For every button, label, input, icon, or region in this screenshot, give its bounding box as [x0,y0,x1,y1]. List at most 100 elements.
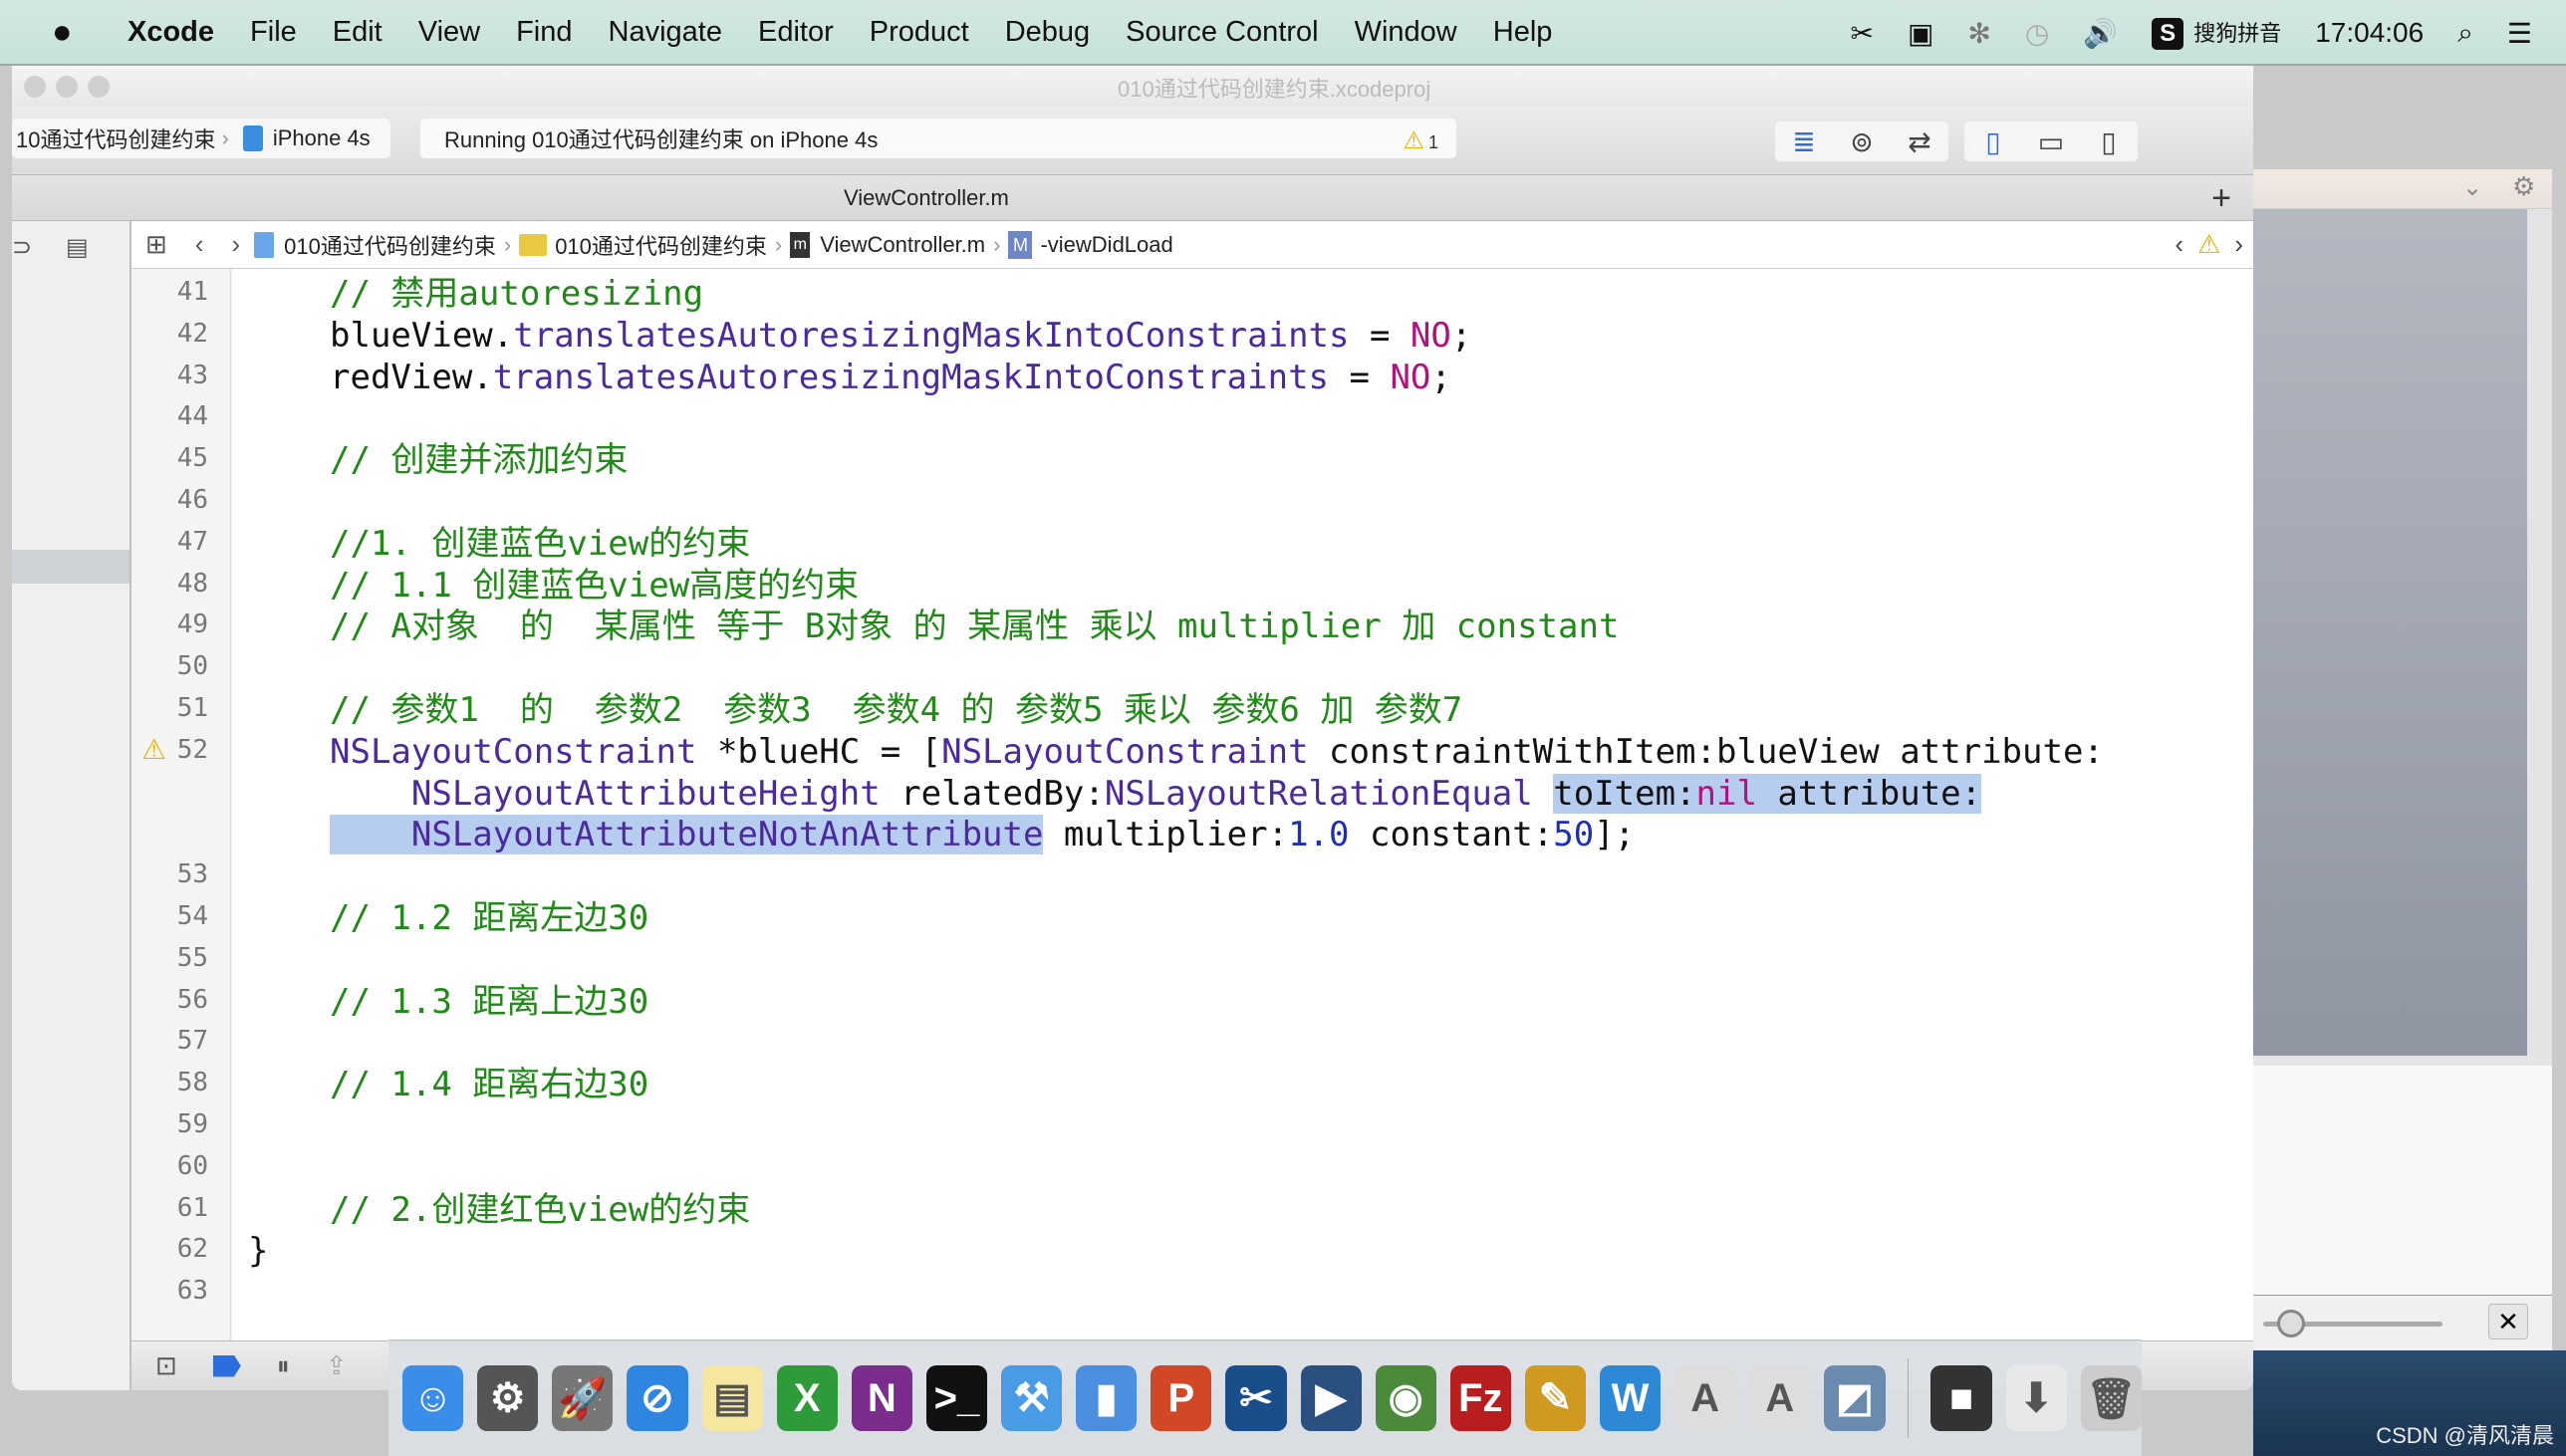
add-tab-button[interactable]: + [2211,179,2231,218]
dock-network-tool-icon[interactable]: ◉ [1375,1365,1436,1431]
utilities-toggle-button[interactable]: ▯ [2080,121,2138,161]
menu-product[interactable]: Product [870,16,969,49]
code-line[interactable]: //1. 创建蓝色view的约束 [330,523,750,565]
hide-debug-area-icon[interactable]: ⊡ [155,1350,177,1381]
notification-center-icon[interactable]: ☰ [2507,17,2532,50]
menu-file[interactable]: File [250,16,297,49]
code-line[interactable]: NSLayoutConstraint *blueHC = [NSLayoutCo… [330,731,2104,773]
spotlight-search-icon[interactable]: ⌕ [2457,17,2473,50]
dock-xcode-icon[interactable]: ⚒ [1001,1365,1063,1431]
menu-view[interactable]: View [418,16,480,49]
menu-app-name[interactable]: Xcode [128,16,214,49]
fit-to-view-icon[interactable]: ✕ [2488,1304,2528,1339]
crumb-project[interactable]: 010通过代码创建约束 [284,229,496,261]
menu-debug[interactable]: Debug [1005,16,1090,49]
dock-powerpoint-icon[interactable]: P [1151,1365,1212,1431]
line-number-gutter: 41 42 43 44 45 46 47 48 49 50 51 52 ⚠ 53 54 55 56 57 58 59 6… [131,269,231,1374]
breakpoints-toggle-icon[interactable] [212,1354,241,1377]
menu-bar: ● Xcode File Edit View Find Navigate Edi… [0,0,2566,66]
code-line[interactable]: NSLayoutAttributeNotAnAttribute multipli… [330,814,1635,855]
warning-indicator[interactable]: ⚠ 1 [1403,126,1438,155]
dock-finder-icon[interactable]: ☺ [402,1365,464,1431]
bluetooth-icon[interactable]: ✻ [1967,17,1990,50]
version-editor-button[interactable]: ⇄ [1891,121,1948,161]
previous-issue-icon[interactable]: ‹ [2175,229,2183,260]
dock-preview-icon[interactable]: ◩ [1824,1365,1886,1431]
menu-help[interactable]: Help [1493,16,1553,49]
dock-safari-icon[interactable]: ⊘ [627,1365,688,1431]
dock-instruments-b-icon[interactable]: A [1749,1365,1811,1431]
dock-simulator-icon[interactable]: ▮ [1076,1365,1138,1431]
code-line[interactable]: redView.translatesAutoresizingMaskIntoCo… [330,357,1451,398]
code-line[interactable]: // 1.1 创建蓝色view高度的约束 [330,565,859,607]
dock-snipping-tool-icon[interactable]: ✂ [1225,1365,1287,1431]
dock-downloads-icon[interactable]: ⬇ [2005,1365,2067,1431]
tab-viewcontroller[interactable]: ViewController.m [844,185,1009,211]
breakpoint-navigator-icon[interactable]: ⊃ [12,233,32,262]
close-button[interactable] [24,76,46,98]
dock-trash-icon[interactable]: 🗑 [2080,1365,2142,1431]
crumb-method[interactable]: -viewDidLoad [1040,232,1172,258]
dock-system-preferences-icon[interactable]: ⚙ [477,1365,539,1431]
dock-filezilla-icon[interactable]: Fz [1449,1365,1511,1431]
code-line[interactable]: // A对象 的 某属性 等于 B对象 的 某属性 乘以 multiplier … [330,606,1619,647]
menu-window[interactable]: Window [1355,16,1457,49]
warning-icon[interactable]: ⚠ [141,733,166,766]
volume-icon[interactable]: 🔊 [2083,17,2118,50]
menu-edit[interactable]: Edit [333,16,383,49]
assistant-editor-button[interactable]: ⊚ [1833,121,1891,161]
chevron-down-icon[interactable]: ⌄ [2462,173,2482,202]
code-comment: // 禁用autoresizing [330,274,704,314]
dock-instruments-a-icon[interactable]: A [1674,1365,1736,1431]
related-items-icon[interactable]: ⊞ [145,229,167,260]
code-line[interactable]: // 禁用autoresizing [330,273,703,315]
code-line[interactable]: // 创建并添加约束 [330,439,628,481]
dock-onenote-icon[interactable]: N [851,1365,912,1431]
code-line[interactable]: // 1.3 距离上边30 [330,981,648,1023]
gear-icon[interactable]: ⚙ [2512,171,2535,202]
code-line[interactable]: // 参数1 的 参数2 参数3 参数4 的 参数5 乘以 参数6 加 参数7 [330,689,1462,731]
code-line[interactable]: NSLayoutAttributeHeight relatedBy:NSLayo… [330,773,1982,815]
next-issue-icon[interactable]: › [2234,229,2243,260]
scissors-icon[interactable]: ✂ [1850,17,1873,50]
crumb-file[interactable]: ViewController.m [820,232,985,258]
dock-launchpad-icon[interactable]: 🚀 [552,1365,614,1431]
code-line[interactable]: blueView.translatesAutoresizingMaskIntoC… [330,315,1471,357]
time-machine-icon[interactable]: ◷ [2025,17,2049,50]
source-editor[interactable]: // 禁用autoresizing blueView.translatesAuto… [232,269,2253,1374]
back-arrow-icon[interactable]: ‹ [195,229,204,260]
dock-terminal-icon[interactable]: >_ [925,1365,987,1431]
menu-find[interactable]: Find [516,16,572,49]
dock-video-player-icon[interactable]: ▶ [1300,1365,1362,1431]
crumb-group[interactable]: 010通过代码创建约束 [555,229,767,261]
menu-source-control[interactable]: Source Control [1126,16,1318,49]
debug-area-toggle-button[interactable]: ▭ [2022,121,2080,161]
step-over-icon[interactable]: ⇪ [326,1350,348,1381]
code-line[interactable]: // 2.创建红色view的约束 [330,1189,750,1231]
forward-arrow-icon[interactable]: › [231,229,240,260]
clock[interactable]: 17:04:06 [2315,17,2424,49]
menu-editor[interactable]: Editor [758,16,834,49]
dock-word-icon[interactable]: W [1600,1365,1662,1431]
standard-editor-button[interactable]: ≣ [1775,121,1833,161]
dock-excel-icon[interactable]: X [776,1365,838,1431]
pause-icon[interactable]: ⏸ [277,1350,290,1382]
minimize-button[interactable] [56,76,78,98]
code-line[interactable]: // 1.4 距离右边30 [330,1064,648,1105]
menu-navigate[interactable]: Navigate [609,16,722,49]
dock-script-editor-icon[interactable]: ✎ [1524,1365,1586,1431]
dock-notes-icon[interactable]: ▤ [701,1365,763,1431]
code-line[interactable]: } [248,1230,268,1272]
scheme-selector[interactable]: 10通过代码创建约束 › iPhone 4s [12,119,390,158]
selected-navigator-row[interactable] [12,550,129,584]
zoom-slider-knob[interactable] [2277,1310,2305,1337]
camera-icon[interactable]: ▣ [1908,17,1933,50]
dock-screen-recorder-icon[interactable]: ■ [1930,1365,1992,1431]
issue-warning-icon[interactable]: ⚠ [2197,229,2220,260]
apple-menu-icon[interactable]: ● [52,13,92,52]
code-line[interactable]: // 1.2 距离左边30 [330,897,648,939]
input-method[interactable]: S 搜狗拼音 [2152,16,2281,50]
zoom-button[interactable] [88,76,110,98]
navigator-toggle-button[interactable]: ▯ [1964,121,2022,161]
log-navigator-icon[interactable]: ▤ [66,233,89,262]
